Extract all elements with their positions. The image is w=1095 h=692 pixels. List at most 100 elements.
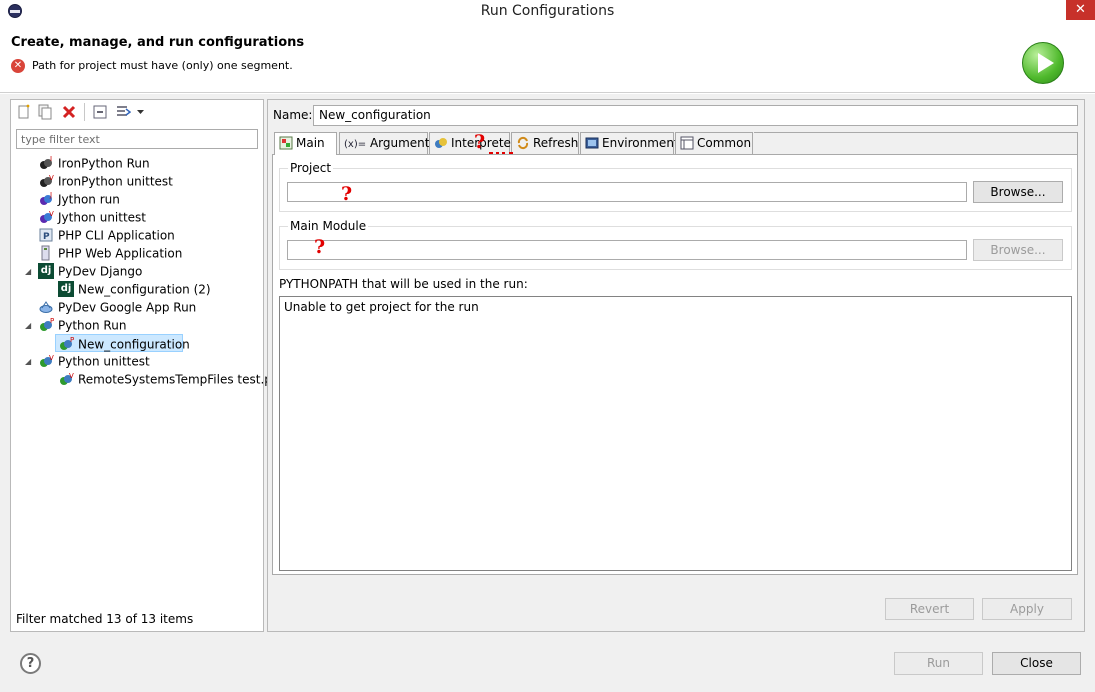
svg-text:J: J [49, 191, 52, 199]
apply-button[interactable]: Apply [982, 598, 1072, 620]
django-icon: dj [38, 262, 54, 279]
tab-label: Main [296, 136, 325, 150]
main-module-browse-button[interactable]: Browse... [973, 239, 1063, 261]
tree-item-label: PyDev Google App Run [58, 300, 197, 315]
project-browse-button[interactable]: Browse... [973, 181, 1063, 203]
tab-environment[interactable]: Environment [580, 132, 679, 154]
header-title: Create, manage, and run configurations [11, 35, 305, 50]
tree-item-python-run[interactable]: P Python Run [38, 316, 126, 334]
php-cli-icon: P [39, 228, 53, 242]
python-icon [435, 137, 447, 148]
tree-item-remote-test[interactable]: V RemoteSystemsTempFiles test.py [58, 370, 279, 388]
python-unittest-icon: V [60, 372, 74, 385]
tree-item-label: IronPython unittest [58, 174, 173, 189]
svg-text:V: V [69, 372, 74, 380]
name-label: Name: [273, 108, 313, 122]
tree-item-php-cli[interactable]: P PHP CLI Application [38, 226, 175, 244]
toolbar-separator [84, 103, 85, 121]
main-tab-icon [279, 136, 293, 149]
arguments-icon: (x)= [344, 139, 367, 150]
tree-item-label: Python unittest [58, 354, 150, 369]
tree-item-label: Jython run [58, 192, 120, 207]
common-icon [680, 136, 694, 149]
tree-item-python-unittest[interactable]: V Python unittest [38, 352, 150, 370]
environment-icon [585, 137, 599, 148]
tree-item-new-configuration[interactable]: P New_configuration [55, 334, 190, 352]
main-module-field[interactable] [287, 240, 967, 260]
tree-item-label: Python Run [58, 318, 127, 333]
window-close-button[interactable]: ✕ [1066, 0, 1095, 20]
run-banner-icon [1022, 42, 1064, 84]
filter-status: Filter matched 13 of 13 items [16, 612, 194, 626]
svg-text:V: V [49, 210, 54, 218]
tree-item-ironpython-run[interactable]: I IronPython Run [38, 154, 150, 172]
django-icon: dj [58, 280, 74, 297]
ironpython-run-icon: I [40, 155, 52, 169]
main-module-label: Main Module [288, 219, 369, 233]
tab-arguments[interactable]: (x)= Arguments [339, 132, 436, 154]
svg-text:I: I [50, 155, 52, 163]
tree-item-php-web[interactable]: PHP Web Application [38, 244, 182, 262]
jython-unittest-icon: V [40, 210, 54, 223]
tree-item-google-app-run[interactable]: PyDev Google App Run [38, 298, 196, 316]
tree-item-jython-run[interactable]: J Jython run [38, 190, 120, 208]
revert-button[interactable]: Revert [885, 598, 974, 620]
tab-label: Environment [602, 136, 679, 150]
tree-item-jython-unittest[interactable]: V Jython unittest [38, 208, 146, 226]
refresh-icon [517, 136, 529, 149]
name-field[interactable]: New_configuration [313, 105, 1078, 126]
tab-label: Arguments [369, 136, 436, 150]
svg-text:V: V [49, 174, 54, 182]
tree-item-label: PHP CLI Application [58, 228, 175, 243]
filter-icon[interactable] [115, 104, 131, 120]
close-button[interactable]: Close [992, 652, 1081, 675]
duplicate-icon[interactable] [37, 104, 53, 120]
tree-item-django-config[interactable]: dj New_configuration (2) [58, 280, 211, 298]
tab-common[interactable]: Common [675, 132, 753, 154]
ironpython-unittest-icon: V [40, 174, 54, 187]
python-unittest-icon: V [40, 354, 54, 367]
filter-input[interactable] [16, 129, 258, 149]
python-run-icon: P [60, 336, 74, 350]
question-mark: ? [474, 131, 486, 153]
error-message: Path for project must have (only) one se… [32, 59, 293, 72]
tree-item-label: Jython unittest [58, 210, 147, 225]
question-mark: ? [341, 183, 353, 205]
dialog-header: Create, manage, and run configurations ✕… [0, 23, 1095, 93]
pythonpath-textarea[interactable]: Unable to get project for the run [279, 296, 1072, 571]
collapse-all-icon[interactable] [92, 104, 108, 120]
google-app-icon [39, 300, 53, 313]
tree-item-label: New_configuration [78, 337, 190, 352]
window-title: Run Configurations [480, 3, 615, 19]
delete-icon[interactable] [61, 104, 77, 120]
run-button[interactable]: Run [894, 652, 983, 675]
tree-item-label: New_configuration (2) [78, 282, 211, 297]
new-configuration-icon[interactable] [16, 104, 32, 120]
svg-text:P: P [50, 317, 54, 325]
collapse-arrow-icon[interactable]: ◢ [25, 267, 31, 276]
jython-run-icon: J [40, 191, 52, 205]
title-bar: Run Configurations ✕ [0, 0, 1095, 23]
chevron-down-icon[interactable] [136, 104, 145, 120]
help-icon[interactable]: ? [20, 653, 41, 674]
php-web-icon [41, 245, 50, 260]
tab-strip-edge [754, 132, 1078, 154]
tab-refresh[interactable]: Refresh [511, 132, 579, 154]
tree-item-label: IronPython Run [58, 156, 150, 171]
project-label: Project [288, 161, 334, 175]
svg-text:V: V [49, 354, 54, 362]
question-mark: ? [314, 236, 326, 258]
svg-text:P: P [43, 232, 50, 242]
pythonpath-label: PYTHONPATH that will be used in the run: [279, 277, 528, 291]
tab-main[interactable]: Main [274, 132, 337, 155]
tree-item-pydev-django[interactable]: dj PyDev Django [38, 262, 142, 280]
collapse-arrow-icon[interactable]: ◢ [25, 357, 31, 366]
tab-label: Common [697, 136, 752, 150]
tab-interpreter[interactable]: Interpreter [429, 132, 516, 154]
tree-item-ironpython-unittest[interactable]: V IronPython unittest [38, 172, 173, 190]
python-run-icon: P [40, 317, 54, 331]
collapse-arrow-icon[interactable]: ◢ [25, 321, 31, 330]
tab-label: Refresh [533, 136, 579, 150]
svg-text:P: P [70, 336, 74, 344]
project-field[interactable] [287, 182, 967, 202]
